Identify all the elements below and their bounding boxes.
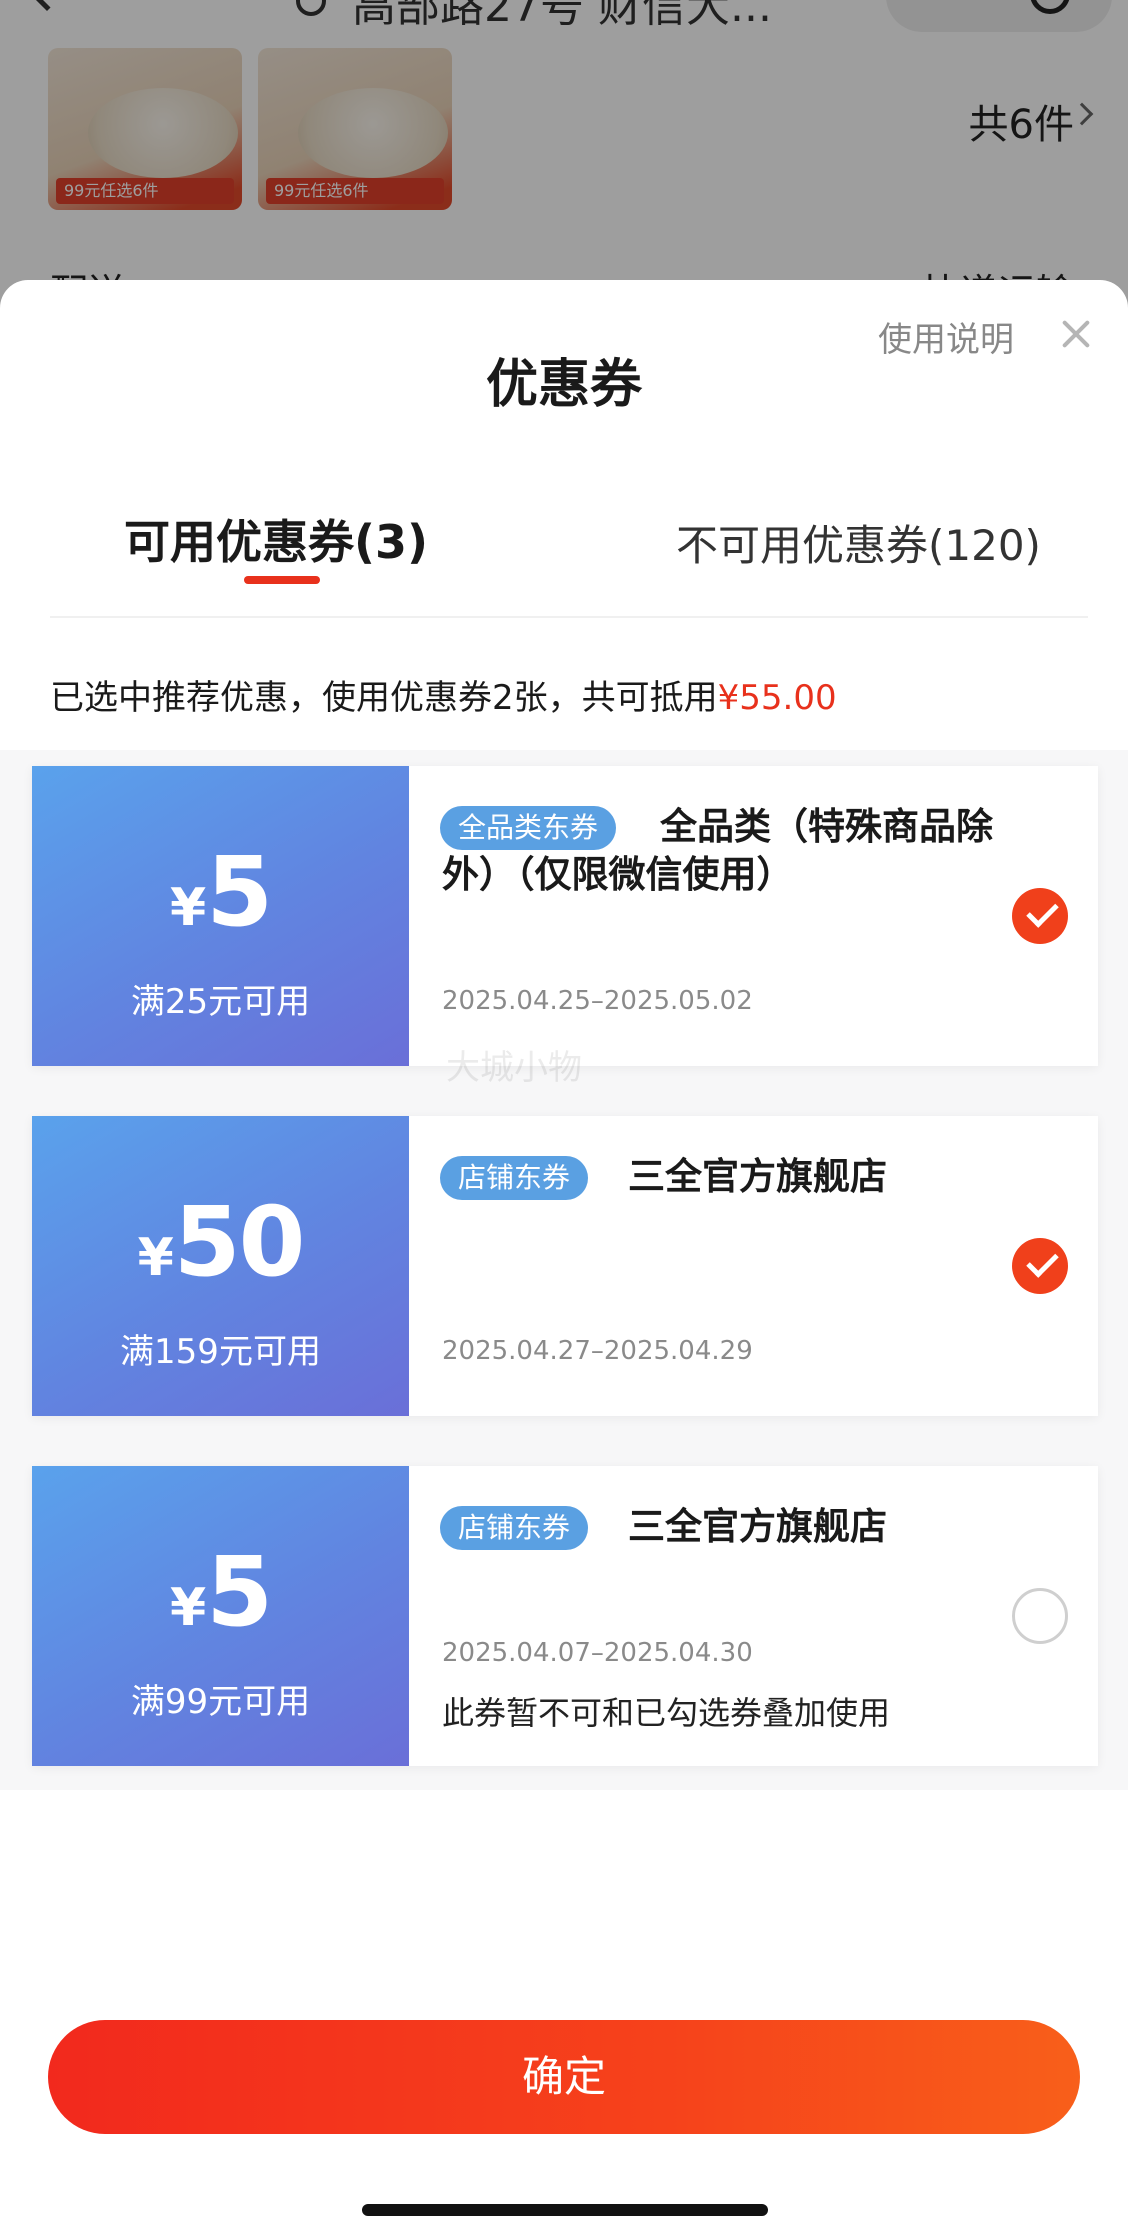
coupon-amount: ¥5	[32, 836, 409, 948]
coupon-value-panel: ¥5 满99元可用	[32, 1466, 409, 1766]
coupon-sheet: 优惠券 使用说明 可用优惠券(3) 不可用优惠券(120) 已选中推荐优惠，使用…	[0, 280, 1128, 2222]
tab-unavailable-coupons[interactable]: 不可用优惠券(120)	[676, 512, 1041, 573]
coupon-type-tag: 全品类东券	[440, 806, 617, 850]
coupon-validity: 2025.04.27–2025.04.29	[442, 1336, 753, 1366]
coupon-value-panel: ¥50 满159元可用	[32, 1116, 409, 1416]
currency-symbol: ¥	[170, 878, 207, 938]
amount-value: 5	[206, 836, 273, 948]
currency-symbol: ¥	[170, 1578, 207, 1638]
coupon-name-line1: 全品类（特殊商品除	[660, 805, 993, 848]
coupon-validity: 2025.04.25–2025.05.02	[442, 986, 753, 1016]
coupon-condition: 满99元可用	[130, 1682, 311, 1722]
discount-summary: 已选中推荐优惠，使用优惠券2张，共可抵用¥55.00	[50, 670, 837, 719]
coupon-validity: 2025.04.07–2025.04.30	[442, 1638, 753, 1668]
radio-unchecked-icon[interactable]	[1012, 1588, 1068, 1644]
active-tab-indicator	[244, 576, 320, 584]
coupon-name-cont: 外）（仅限微信使用）	[442, 850, 794, 900]
coupon-name: 三全官方旗舰店	[628, 1505, 887, 1548]
coupon-type-tag: 店铺东券	[440, 1156, 589, 1200]
checkmark-icon[interactable]	[1012, 1238, 1068, 1294]
currency-symbol: ¥	[137, 1228, 174, 1288]
summary-amount: ¥55.00	[717, 678, 837, 718]
confirm-button[interactable]: 确定	[48, 2020, 1080, 2134]
coupon-card[interactable]: ¥5 满99元可用 店铺东券 三全官方旗舰店 2025.04.07–2025.0…	[32, 1466, 1098, 1766]
usage-instructions-link[interactable]: 使用说明	[878, 312, 1014, 361]
home-indicator	[362, 2204, 768, 2216]
divider	[50, 616, 1088, 618]
coupon-condition: 满25元可用	[130, 982, 311, 1022]
coupon-name: 三全官方旗舰店	[628, 1155, 887, 1198]
coupon-type-tag: 店铺东券	[440, 1506, 589, 1550]
coupon-card[interactable]: ¥5 满25元可用 全品类东券 全品类（特殊商品除 外）（仅限微信使用） 202…	[32, 766, 1098, 1066]
close-icon[interactable]	[1058, 316, 1094, 352]
tab-available-coupons[interactable]: 可用优惠券(3)	[124, 506, 428, 572]
amount-value: 5	[206, 1536, 273, 1648]
coupon-amount: ¥5	[32, 1536, 409, 1648]
coupon-amount: ¥50	[32, 1186, 409, 1298]
coupon-card[interactable]: ¥50 满159元可用 店铺东券 三全官方旗舰店 2025.04.27–2025…	[32, 1116, 1098, 1416]
coupon-restriction-note: 此券暂不可和已勾选券叠加使用	[442, 1694, 891, 1732]
watermark: 大城小物	[446, 1048, 582, 1088]
checkmark-icon[interactable]	[1012, 888, 1068, 944]
coupon-name: 全品类（特殊商品除	[660, 802, 993, 852]
coupon-condition: 满159元可用	[120, 1332, 321, 1372]
coupon-value-panel: ¥5 满25元可用	[32, 766, 409, 1066]
summary-text: 已选中推荐优惠，使用优惠券2张，共可抵用	[50, 678, 718, 718]
coupon-list: ¥5 满25元可用 全品类东券 全品类（特殊商品除 外）（仅限微信使用） 202…	[0, 750, 1128, 1790]
coupon-name-line2: 外）（仅限微信使用）	[442, 853, 794, 896]
amount-value: 50	[173, 1186, 306, 1298]
